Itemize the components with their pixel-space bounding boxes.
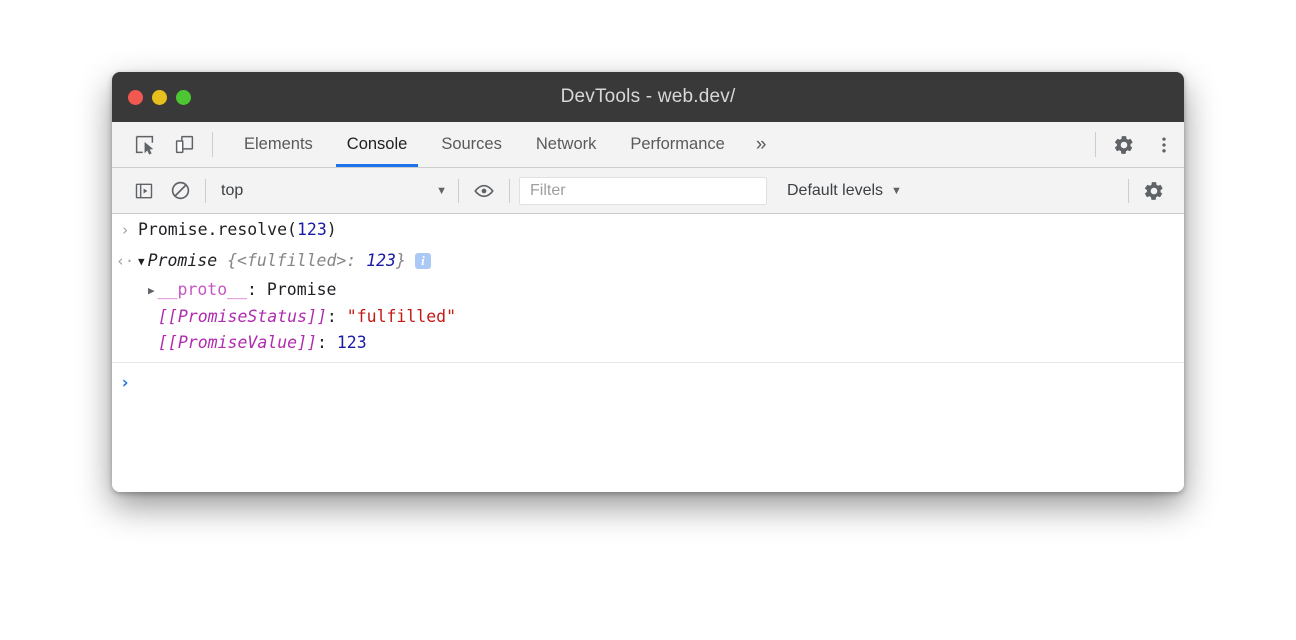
devtools-tabbar: Elements Console Sources Network Perform… [112,122,1184,168]
toolbar-divider-3 [509,179,510,203]
result-meta-close: } [396,251,406,270]
property-proto: ▶__proto__: Promise [148,279,336,302]
traffic-lights [128,72,191,122]
input-code-number: 123 [297,220,327,239]
property-value: 123 [337,333,367,352]
panel-tabs: Elements Console Sources Network Perform… [227,122,780,167]
window-title: DevTools - web.dev/ [112,86,1184,108]
gear-icon[interactable] [1136,168,1172,213]
result-meta-open: {<fulfilled>: [217,251,366,270]
property-promise-value: [[PromiseValue]]: 123 [158,332,367,354]
input-code-after: ) [327,220,337,239]
filter-input[interactable]: Filter [519,177,767,205]
property-value: "fulfilled" [347,307,456,326]
execution-context-value: top [221,182,436,200]
expand-triangle-icon[interactable]: ▶ [148,280,155,302]
console-property-row[interactable]: ▶__proto__: Promise [112,277,1184,304]
input-prompt-icon: › [112,219,138,241]
input-code-before: Promise.resolve( [138,220,297,239]
console-message-list: › Promise.resolve(123) ‹· ▼Promise {<ful… [112,214,1184,492]
property-key: [[PromiseValue]] [158,333,317,352]
expand-triangle-icon[interactable]: ▼ [138,251,145,273]
filter-placeholder: Filter [530,182,566,200]
execution-context-selector[interactable]: top ▼ [213,177,451,205]
console-result-content: ▼Promise {<fulfilled>: 123} i [138,250,431,273]
console-result-row[interactable]: ‹· ▼Promise {<fulfilled>: 123} i [112,245,1184,277]
console-prompt-row[interactable]: › [112,363,1184,394]
eye-icon[interactable] [466,168,502,213]
result-value: 123 [366,251,396,270]
log-levels-selector[interactable]: Default levels ▼ [781,177,912,205]
console-sidebar-icon[interactable] [126,168,162,213]
toolbar-divider-4 [1128,179,1129,203]
tab-sources-label: Sources [441,135,502,154]
kebab-menu-icon[interactable] [1144,122,1184,167]
device-toolbar-icon[interactable] [164,122,204,167]
tab-console[interactable]: Console [330,122,425,167]
console-property-row[interactable]: [[PromiseStatus]]: "fulfilled" [112,304,1184,330]
tab-elements[interactable]: Elements [227,122,330,167]
clear-console-icon[interactable] [162,168,198,213]
log-levels-value: Default levels [787,182,883,200]
info-badge-icon[interactable]: i [415,253,431,269]
result-object-name: Promise [148,251,218,270]
tab-sources[interactable]: Sources [424,122,519,167]
property-key: [[PromiseStatus]] [158,307,327,326]
property-separator: : [247,280,267,299]
tab-network[interactable]: Network [519,122,614,167]
more-tabs-label: » [756,134,767,156]
console-toolbar-right [1121,168,1184,213]
property-value: Promise [267,280,337,299]
chevron-down-icon: ▼ [436,185,447,197]
tab-network-label: Network [536,135,597,154]
console-input-code: Promise.resolve(123) [138,219,337,241]
console-toolbar: top ▼ Filter Default levels ▼ [112,168,1184,214]
chevron-down-icon: ▼ [891,185,902,197]
toolbar-divider-2 [458,179,459,203]
devtools-window: DevTools - web.dev/ Elements Console [112,72,1184,492]
property-separator: : [317,333,337,352]
maximize-window-button[interactable] [176,90,191,105]
tab-console-label: Console [347,135,408,154]
tabbar-divider [212,132,213,157]
property-key: __proto__ [158,280,247,299]
prompt-chevron-icon: › [112,372,138,394]
gear-icon[interactable] [1104,122,1144,167]
close-window-button[interactable] [128,90,143,105]
minimize-window-button[interactable] [152,90,167,105]
console-property-row[interactable]: [[PromiseValue]]: 123 [112,330,1184,356]
toolbar-divider-1 [205,179,206,203]
window-titlebar: DevTools - web.dev/ [112,72,1184,122]
console-input-row[interactable]: › Promise.resolve(123) [112,214,1184,245]
tabbar-right-actions [1087,122,1184,167]
result-return-icon: ‹· [112,250,138,272]
inspect-element-icon[interactable] [124,122,164,167]
tabbar-right-divider [1095,132,1096,157]
property-promise-status: [[PromiseStatus]]: "fulfilled" [158,306,456,328]
tab-performance-label: Performance [630,135,724,154]
more-tabs-button[interactable]: » [742,122,781,167]
tab-performance[interactable]: Performance [613,122,741,167]
property-separator: : [327,307,347,326]
tab-elements-label: Elements [244,135,313,154]
